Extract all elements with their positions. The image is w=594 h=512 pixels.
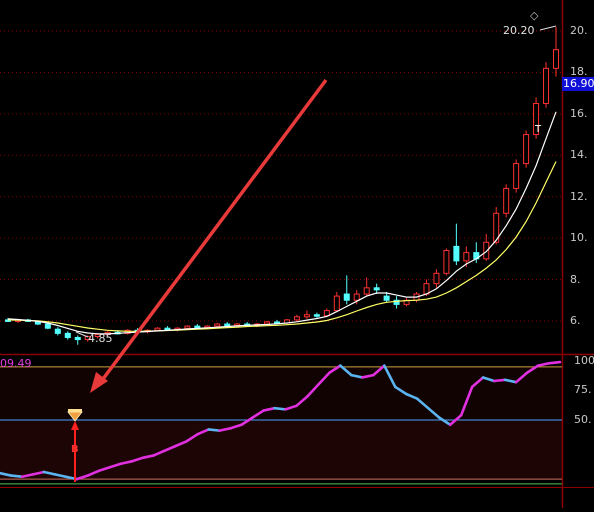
indicator-value-readout: 09.49 [0,357,32,370]
indicator-axis-tick: 100 [574,353,594,367]
candle-up [443,250,450,274]
indicator-segment-up [547,360,562,365]
ma-fast-line [7,111,557,335]
candle-up [553,49,559,69]
price-axis-tick: 14. [570,148,588,162]
candle-up [523,134,530,165]
high-price-label: 20.20 [503,24,535,37]
price-axis-tick: 20. [570,24,588,38]
t-signal-label: T [535,124,542,135]
indicator-segment-down [273,406,287,411]
candle-up [264,321,271,325]
diamond-outline-icon[interactable]: ◇ [530,9,538,22]
candle-up [353,293,360,301]
indicator-segment-up [536,361,551,367]
indicator-band-upper [0,366,562,420]
indicator-band-lower [0,420,562,480]
pointer-arrow-shaft [98,78,328,385]
candle-down [194,325,201,329]
candle-down [343,293,350,301]
candle-down [164,327,171,331]
candle-up [293,316,300,321]
candle-up [543,67,550,105]
candle-down [383,295,390,301]
candle-up [503,187,510,214]
current-price-badge: 16.90 [562,77,594,91]
candle-down [373,287,380,291]
candle-layer [5,26,559,345]
price-axis-tick: 6. [570,313,581,327]
indicator-segment-down [207,428,221,432]
grid-layer [0,0,594,508]
candle-down [453,245,460,262]
candle-up [333,295,340,312]
candle-up [433,272,440,285]
candle-down [313,314,320,317]
indicator-segment-down [9,474,24,479]
buy-signal-label: B [71,444,79,455]
price-axis-tick: 16. [570,106,588,120]
gem-icon-top [68,409,82,412]
candle-down [64,332,71,339]
high-price-pointer [539,25,557,31]
candle-up [184,325,191,329]
price-axis-tick: 8. [570,272,581,286]
candle-down [44,323,51,329]
candle-up [463,252,470,262]
price-axis-tick: 12. [570,189,588,203]
candle-down [224,323,231,327]
indicator-axis-tick: 50. [574,413,592,426]
candle-up [303,314,310,318]
candle-up [513,163,520,189]
price-axis-tick: 10. [570,231,588,245]
candle-down [34,321,41,325]
candle-down [74,337,81,341]
moving-average-layer [7,111,557,335]
candle-up [214,323,221,327]
indicator-segment-up [492,378,507,383]
stock-chart-panel[interactable]: B 20. 18. 16. 14. 12. 10. 8. 6. 100 75. 50. 16.90… [0,0,594,508]
ma-slow-line [7,161,557,332]
candle-up [363,287,370,295]
indicator-axis-tick: 75. [574,383,592,397]
chart-canvas[interactable]: B [0,0,594,508]
candle-down [54,328,61,334]
low-price-label: 4.85 [88,332,113,345]
candle-up [154,327,161,331]
